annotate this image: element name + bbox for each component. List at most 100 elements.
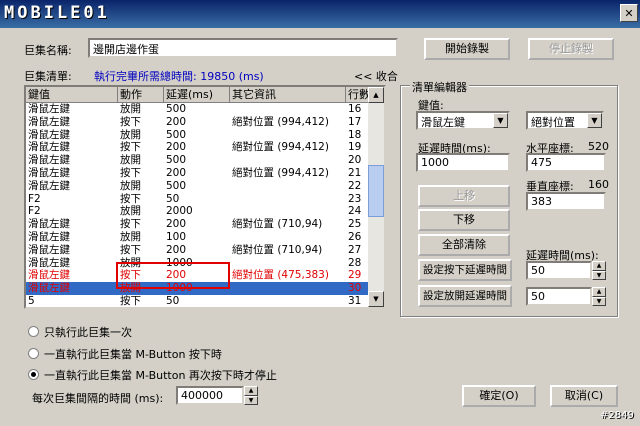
table-cell-delay: 200 <box>166 218 187 231</box>
table-row[interactable]: F2 放開 2000 24 <box>26 205 372 218</box>
key-select-value: 滑鼠左鍵 <box>421 116 465 129</box>
table-cell-info: 絕對位置 (710,94) <box>232 218 323 231</box>
table-row[interactable]: 滑鼠左鍵 按下 200 絕對位置 (994,412) 19 <box>26 141 372 154</box>
spin-up-icon[interactable]: ▲ <box>592 287 606 297</box>
spin-down-icon[interactable]: ▼ <box>592 296 606 306</box>
ok-button[interactable]: 確定(O) <box>462 385 536 407</box>
table-row[interactable]: 5 按下 50 31 <box>26 295 372 307</box>
table-cell-key: 滑鼠左鍵 <box>28 269 70 282</box>
table-cell-key: F2 <box>28 192 41 205</box>
cancel-button[interactable]: 取消(C) <box>550 385 618 407</box>
table-cell-key: 滑鼠左鍵 <box>28 218 70 231</box>
total-time-text: 執行完畢所需總時間: 19850 (ms) <box>94 70 264 83</box>
run-while-held-radio[interactable] <box>28 348 39 359</box>
column-header-info[interactable]: 其它資訊 <box>230 87 346 103</box>
spin-down-icon[interactable]: ▼ <box>592 270 606 280</box>
close-icon[interactable]: ✕ <box>620 4 638 22</box>
list-editor-title: 清單編輯器 <box>410 79 469 95</box>
table-cell-line: 29 <box>348 269 362 282</box>
table-cell-key: 滑鼠左鍵 <box>28 179 70 192</box>
start-record-button[interactable]: 開始錄製 <box>424 38 510 60</box>
table-cell-action: 按下 <box>120 115 141 128</box>
delay-input[interactable]: 1000 <box>416 153 510 172</box>
press-delay-input[interactable]: 50 <box>526 261 592 280</box>
release-delay-spinner[interactable]: ▲ ▼ <box>592 287 606 306</box>
watermark: #2849 <box>600 410 634 421</box>
macro-name-label: 巨集名稱: <box>24 44 72 57</box>
table-row[interactable]: 滑鼠左鍵 按下 200 絕對位置 (710,94) 25 <box>26 218 372 231</box>
position-mode-select[interactable]: 絕對位置 ▼ <box>526 111 604 130</box>
table-cell-line: 22 <box>348 179 362 192</box>
x-coord-input[interactable]: 475 <box>526 153 606 172</box>
table-cell-key: 5 <box>28 295 35 307</box>
table-cell-delay: 100 <box>166 231 187 243</box>
column-header-delay[interactable]: 延遲(ms) <box>164 87 230 103</box>
table-cell-key: 滑鼠左鍵 <box>28 167 70 179</box>
list-header: 鍵值 動作 延遲(ms) 其它資訊 行數 <box>26 87 372 103</box>
table-cell-action: 放開 <box>120 308 141 309</box>
press-delay-spinner[interactable]: ▲ ▼ <box>592 261 606 280</box>
macro-list-label: 巨集清單: <box>24 70 72 83</box>
table-row[interactable]: 滑鼠左鍵 放開 500 18 <box>26 129 372 142</box>
run-until-pressed-label: 一直執行此巨集當 M-Button 再次按下時才停止 <box>44 369 277 382</box>
table-row[interactable]: 滑鼠左鍵 按下 200 絕對位置 (710,94) 27 <box>26 244 372 257</box>
table-cell-key: 滑鼠左鍵 <box>28 256 70 269</box>
table-cell-action: 放開 <box>120 231 141 243</box>
table-row[interactable]: 滑鼠左鍵 放開 500 22 <box>26 180 372 193</box>
position-mode-value: 絕對位置 <box>531 116 575 129</box>
table-row[interactable]: 滑鼠左鍵 放開 500 20 <box>26 154 372 167</box>
table-cell-line: 20 <box>348 154 362 167</box>
set-press-delay-button[interactable]: 設定按下延遲時間 <box>418 259 512 281</box>
table-cell-delay: 0 <box>166 308 173 309</box>
run-until-pressed-radio[interactable] <box>28 369 39 380</box>
column-header-key[interactable]: 鍵值 <box>26 87 118 103</box>
spin-up-icon[interactable]: ▲ <box>244 386 258 396</box>
table-cell-delay: 500 <box>166 179 187 192</box>
table-cell-line: 16 <box>348 103 362 115</box>
table-cell-key: F2 <box>28 205 41 218</box>
spin-down-icon[interactable]: ▼ <box>244 395 258 405</box>
scroll-down-icon[interactable]: ▼ <box>368 291 384 307</box>
title-bar: MOBILE01 ✕ <box>0 0 640 28</box>
table-cell-action: 按下 <box>120 141 141 154</box>
stop-record-button[interactable]: 停止錄製 <box>528 38 614 60</box>
chevron-down-icon[interactable]: ▼ <box>587 113 602 128</box>
table-row[interactable]: 滑鼠左鍵 按下 200 絕對位置 (994,412) 21 <box>26 167 372 180</box>
table-cell-info: 絕對位置 (475,383) <box>232 269 329 282</box>
table-row[interactable]: 滑鼠左鍵 按下 200 絕對位置 (994,412) 17 <box>26 116 372 129</box>
table-row[interactable]: 滑鼠左鍵 放開 100 26 <box>26 231 372 244</box>
table-cell-line: 28 <box>348 256 362 269</box>
release-delay-input[interactable]: 50 <box>526 287 592 306</box>
set-release-delay-button[interactable]: 設定放開延遲時間 <box>418 285 512 307</box>
list-scrollbar[interactable]: ▲ ▼ <box>368 87 384 307</box>
table-cell-key: 滑鼠左鍵 <box>28 243 70 256</box>
run-once-radio[interactable] <box>28 326 39 337</box>
table-cell-action: 按下 <box>120 218 141 231</box>
collapse-link[interactable]: << 收合 <box>354 68 398 84</box>
interval-input[interactable]: 400000 <box>176 386 244 405</box>
table-row[interactable]: 滑鼠左鍵 放開 500 16 <box>26 103 372 116</box>
table-row[interactable]: F2 按下 50 23 <box>26 193 372 206</box>
move-down-button[interactable]: 下移 <box>418 209 510 231</box>
macro-name-input[interactable]: 邊開店邊作蛋 <box>88 38 398 58</box>
table-cell-line: 31 <box>348 295 362 307</box>
table-cell-action: 放開 <box>120 205 141 218</box>
scroll-up-icon[interactable]: ▲ <box>368 87 384 103</box>
key-select[interactable]: 滑鼠左鍵 ▼ <box>416 111 510 130</box>
table-cell-info: 絕對位置 (994,412) <box>232 115 329 128</box>
table-cell-key: 滑鼠左鍵 <box>28 103 70 115</box>
table-cell-line: 21 <box>348 167 362 179</box>
table-cell-action: 放開 <box>120 179 141 192</box>
spin-up-icon[interactable]: ▲ <box>592 261 606 271</box>
column-header-action[interactable]: 動作 <box>118 87 164 103</box>
interval-spinner[interactable]: ▲ ▼ <box>244 386 258 405</box>
table-row[interactable]: 5 放開 0 32 <box>26 308 372 309</box>
table-cell-line: 26 <box>348 231 362 243</box>
scroll-thumb[interactable] <box>368 165 384 217</box>
run-once-label: 只執行此巨集一次 <box>44 326 132 339</box>
chevron-down-icon[interactable]: ▼ <box>493 113 508 128</box>
clear-all-button[interactable]: 全部清除 <box>418 234 510 256</box>
table-cell-delay: 50 <box>166 192 180 205</box>
y-coord-input[interactable]: 383 <box>526 192 606 211</box>
move-up-button[interactable]: 上移 <box>418 185 510 207</box>
